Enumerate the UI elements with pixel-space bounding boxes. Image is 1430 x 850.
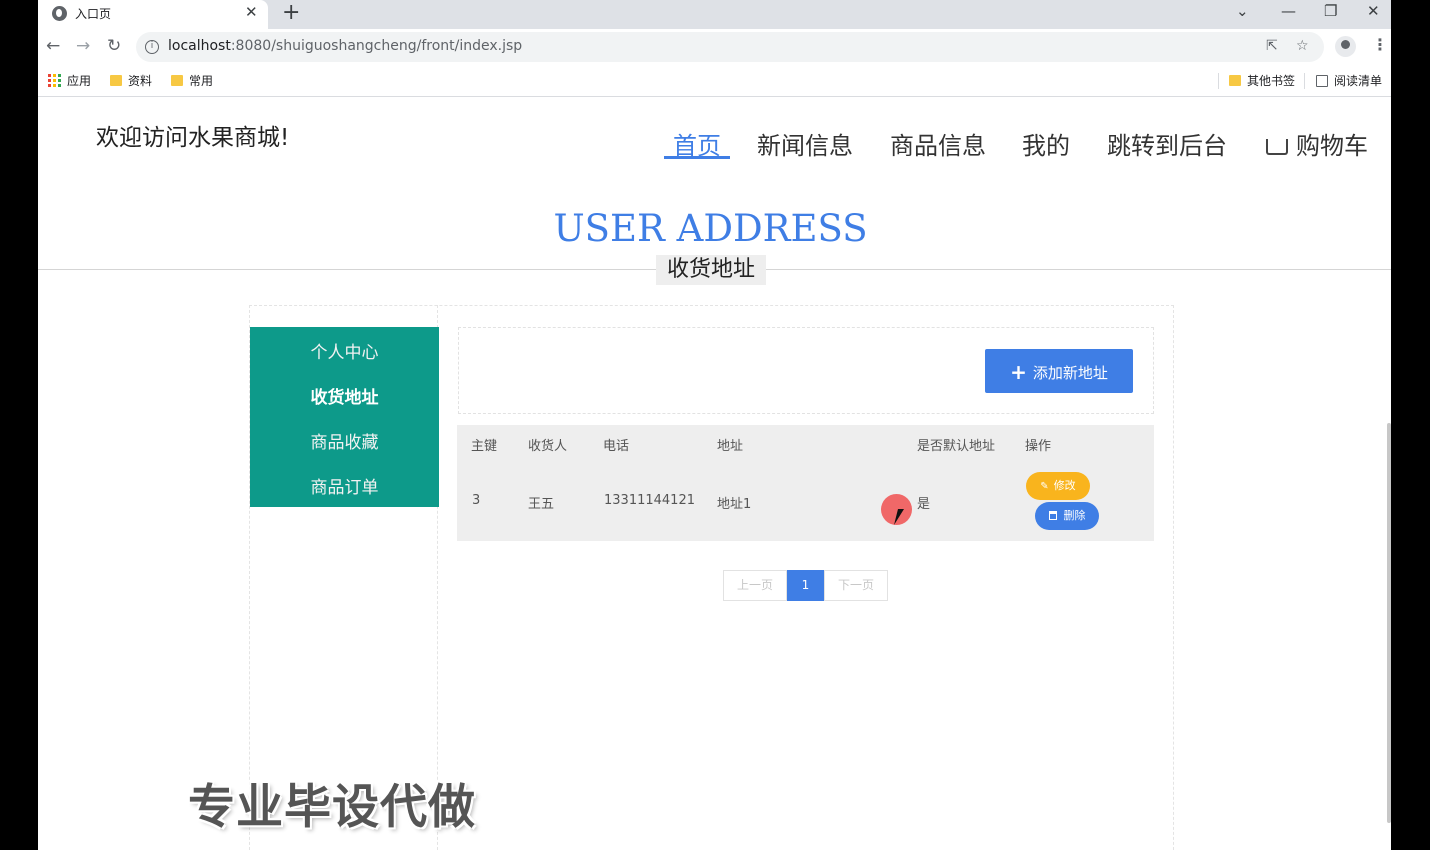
watermark-text: 专业毕设代做 [188, 780, 476, 835]
delete-label: 删除 [1063, 509, 1086, 522]
cell-address: 地址1 [717, 497, 752, 512]
col-header-default: 是否默认地址 [917, 439, 996, 454]
bookmark-star-icon[interactable]: ☆ [1296, 38, 1309, 54]
trash-icon [1048, 511, 1057, 520]
section-subtitle: 收货地址 [656, 255, 766, 285]
col-header-id: 主键 [471, 439, 498, 454]
bookmark-other-label: 其他书签 [1247, 74, 1296, 88]
back-icon[interactable]: ← [46, 36, 60, 56]
nav-mine[interactable]: 我的 [1022, 126, 1070, 161]
tab-strip: 入口页 ✕ + ⌄ — ❐ ✕ [38, 0, 1391, 29]
folder-icon [110, 75, 122, 86]
close-tab-icon[interactable]: ✕ [245, 3, 258, 21]
bookmark-folder-1-label: 资料 [128, 74, 153, 88]
prev-page-button[interactable]: 上一页 [723, 570, 787, 601]
close-window-icon[interactable]: ✕ [1367, 2, 1380, 20]
bookmark-folder-2-label: 常用 [189, 74, 214, 88]
nav-active-underline [664, 156, 730, 159]
sidebar-item-favorites[interactable]: 商品收藏 [250, 428, 439, 453]
apps-grid-icon [48, 74, 61, 87]
col-header-phone: 电话 [603, 439, 630, 454]
cell-phone: 13311144121 [604, 493, 695, 508]
profile-avatar[interactable] [1335, 36, 1356, 57]
browser-tab[interactable]: 入口页 ✕ [38, 0, 268, 29]
bookmark-folder-1[interactable]: 资料 [110, 72, 152, 89]
globe-icon [52, 6, 67, 21]
folder-icon [1229, 75, 1241, 86]
next-page-button[interactable]: 下一页 [824, 570, 888, 601]
restore-icon[interactable]: ❐ [1324, 2, 1337, 20]
site-welcome-title: 欢迎访问水果商城! [96, 125, 290, 151]
page-1-button[interactable]: 1 [787, 570, 824, 601]
edit-button[interactable]: ✎ 修改 [1026, 472, 1090, 500]
minimize-icon[interactable]: — [1281, 2, 1296, 20]
cart-icon [1266, 139, 1288, 155]
user-sidebar: 个人中心 收货地址 商品收藏 商品订单 [250, 327, 439, 507]
address-bar[interactable]: i localhost:8080/shuiguoshangcheng/front… [136, 32, 1324, 62]
page-scrollbar[interactable] [1387, 423, 1391, 823]
browser-window: 入口页 ✕ + ⌄ — ❐ ✕ ← → ↻ i localhost:8080/s… [38, 0, 1391, 850]
nav-news[interactable]: 新闻信息 [757, 126, 853, 161]
forward-icon[interactable]: → [76, 36, 90, 56]
share-icon[interactable]: ⇱ [1266, 38, 1278, 54]
address-table: 主键 收货人 电话 地址 是否默认地址 操作 3 王五 13311144121 … [457, 425, 1154, 541]
edit-label: 修改 [1053, 479, 1076, 492]
cell-default: 是 [917, 497, 931, 512]
folder-icon [171, 75, 183, 86]
col-header-actions: 操作 [1025, 439, 1052, 454]
pencil-icon: ✎ [1040, 481, 1049, 492]
sidebar-item-address[interactable]: 收货地址 [250, 383, 439, 408]
nav-cart-label: 购物车 [1296, 132, 1368, 160]
nav-products[interactable]: 商品信息 [890, 126, 986, 161]
cell-recipient: 王五 [528, 497, 555, 512]
cell-id: 3 [472, 493, 481, 508]
sidebar-item-profile[interactable]: 个人中心 [250, 338, 439, 363]
sidebar-item-orders[interactable]: 商品订单 [250, 473, 439, 498]
col-header-recipient: 收货人 [528, 439, 568, 454]
tab-title: 入口页 [75, 7, 112, 21]
reading-list-icon [1316, 74, 1328, 87]
delete-button[interactable]: 删除 [1035, 502, 1099, 530]
bookmark-separator [1304, 73, 1305, 89]
bookmarks-bar: 应用 资料 常用 其他书签 阅读清单 [38, 65, 1391, 97]
col-header-address: 地址 [717, 439, 744, 454]
reading-list[interactable]: 阅读清单 [1316, 72, 1382, 89]
browser-toolbar: ← → ↻ i localhost:8080/shuiguoshangcheng… [38, 29, 1391, 65]
reading-list-label: 阅读清单 [1334, 74, 1383, 88]
section-title: USER ADDRESS [553, 207, 868, 250]
bookmark-other[interactable]: 其他书签 [1229, 72, 1295, 89]
bookmark-separator [1218, 73, 1219, 89]
site-info-icon[interactable]: i [145, 40, 159, 54]
nav-backend[interactable]: 跳转到后台 [1107, 126, 1227, 161]
bookmark-apps[interactable]: 应用 [48, 72, 91, 89]
new-tab-icon[interactable]: + [282, 0, 300, 25]
plus-icon: + [1010, 360, 1027, 384]
bookmark-folder-2[interactable]: 常用 [171, 72, 213, 89]
reload-icon[interactable]: ↻ [107, 36, 121, 56]
nav-cart[interactable]: 购物车 [1266, 126, 1368, 161]
page-content: 欢迎访问水果商城! 首页 新闻信息 商品信息 我的 跳转到后台 购物车 USER… [38, 98, 1391, 850]
url-text[interactable]: localhost:8080/shuiguoshangcheng/front/i… [168, 38, 522, 54]
pagination: 上一页 1 下一页 [723, 570, 888, 601]
add-address-button[interactable]: + 添加新地址 [985, 349, 1133, 393]
bookmark-apps-label: 应用 [67, 74, 92, 88]
add-address-label: 添加新地址 [1032, 364, 1108, 382]
kebab-menu-icon[interactable]: ⋮ [1372, 35, 1388, 54]
tab-search-icon[interactable]: ⌄ [1236, 2, 1249, 20]
